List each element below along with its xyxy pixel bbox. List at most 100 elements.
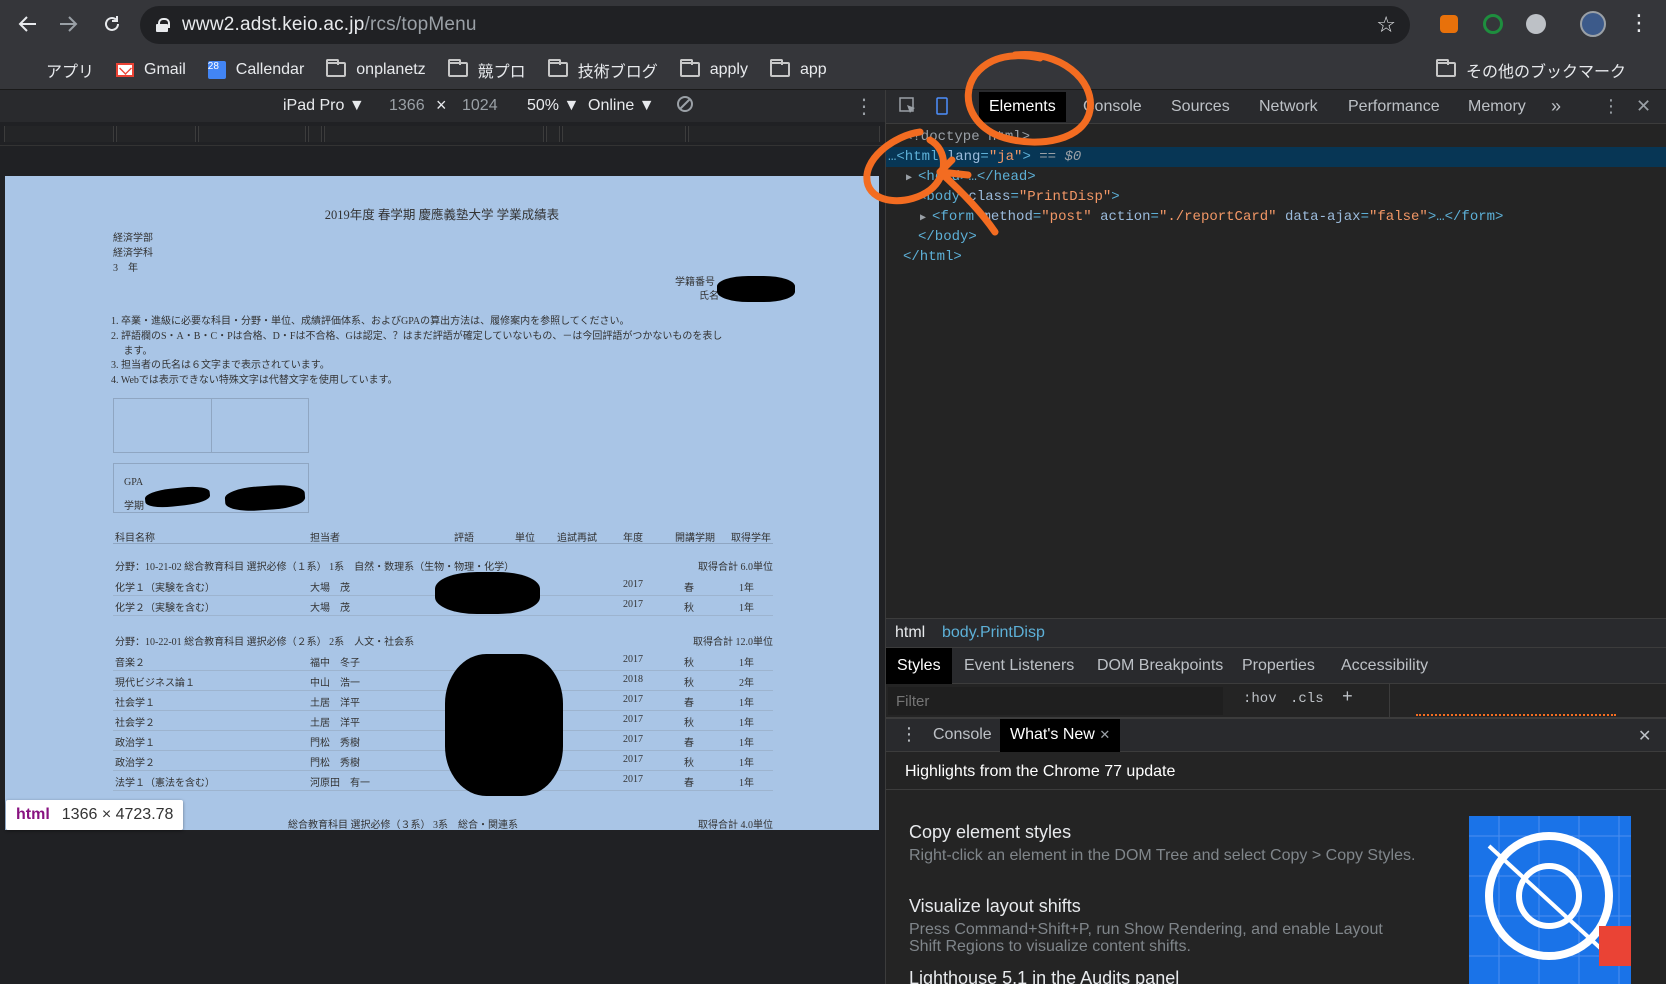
device-width-input[interactable]: 1366 (389, 97, 425, 115)
forward-button[interactable] (48, 4, 88, 44)
tab-dom-breakpoints[interactable]: DOM Breakpoints (1097, 657, 1223, 675)
media-query-segment[interactable] (688, 126, 880, 142)
extension-s-icon[interactable] (1526, 14, 1546, 34)
media-query-segment[interactable] (546, 126, 560, 142)
tab-properties[interactable]: Properties (1242, 657, 1315, 675)
dom-node-doctype[interactable]: <!doctype html> (886, 127, 1666, 147)
breadcrumb-html[interactable]: html (895, 624, 925, 642)
bookmark-folder-apply[interactable]: apply (679, 59, 748, 79)
course-name: 現代ビジネス論１ (115, 678, 195, 689)
breadcrumb-body[interactable]: body.PrintDisp (942, 624, 1045, 642)
media-query-segment[interactable] (116, 126, 196, 142)
dom-node-head[interactable]: ▶ <head>…</head> (886, 167, 1666, 187)
table-row: 社会学１ 土居 洋平 2017 春 1年 (113, 691, 773, 711)
whats-new-item[interactable]: Lighthouse 5.1 in the Audits panel (909, 968, 1419, 984)
inspect-element-icon[interactable] (898, 96, 918, 121)
bookmark-folder-onplanetz[interactable]: onplanetz (326, 59, 426, 79)
devtools-menu-icon[interactable]: ⋮ (1602, 96, 1620, 117)
expand-triangle-icon[interactable]: ▶ (906, 173, 918, 184)
hover-state-button[interactable]: :hov (1243, 691, 1277, 707)
tab-accessibility[interactable]: Accessibility (1341, 657, 1428, 675)
styles-filter-input[interactable] (888, 687, 1223, 715)
drawer-tab-whats-new[interactable]: What's New ✕ (1000, 719, 1121, 752)
bookmark-star-icon[interactable]: ☆ (1376, 12, 1396, 38)
chrome-menu-icon[interactable]: ⋮ (1628, 10, 1650, 36)
sidebar-tabs: Styles Event Listeners DOM Breakpoints P… (886, 648, 1666, 684)
instructor: 大場 茂 (310, 583, 350, 594)
name-label: 氏名 (699, 291, 719, 302)
tab-performance[interactable]: Performance (1348, 98, 1440, 116)
device-select[interactable]: iPad Pro ▼ (283, 97, 365, 115)
drawer-tabbar: ⋮ Console What's New ✕ ✕ (886, 718, 1666, 752)
term: 秋 (684, 678, 694, 689)
bookmark-folder-techblog[interactable]: 技術ブログ (547, 58, 658, 82)
bookmark-apps[interactable]: アプリ (18, 58, 94, 82)
extension-recycle-icon[interactable] (1483, 14, 1503, 34)
profile-avatar[interactable] (1580, 11, 1606, 37)
close-devtools-icon[interactable]: ✕ (1636, 96, 1651, 117)
tab-event-listeners[interactable]: Event Listeners (964, 657, 1074, 675)
attr-name: action (1100, 209, 1151, 225)
tab-network[interactable]: Network (1259, 98, 1318, 116)
note-item: 3. 担当者の氏名は６文字まで表示されています。 (111, 360, 330, 372)
section-label: 総合教育科目 選択必修（３系） 3系 総合・関連系 (288, 820, 518, 830)
back-button[interactable] (8, 4, 48, 44)
address-bar[interactable]: www2.adst.keio.ac.jp/rcs/topMenu ☆ (140, 6, 1410, 44)
drawer-tab-console[interactable]: Console (933, 726, 992, 744)
department: 経済学科 (113, 248, 153, 259)
element-size-tooltip: html 1366 × 4723.78 (6, 800, 184, 830)
dom-node-html-close[interactable]: </html> (886, 247, 1666, 267)
course-name: 社会学１ (115, 698, 155, 709)
zoom-select[interactable]: 50% ▼ (527, 97, 579, 115)
tab-elements[interactable]: Elements (979, 92, 1066, 122)
device-height-input[interactable]: 1024 (462, 97, 498, 115)
other-bookmarks[interactable]: その他のブックマーク (1435, 58, 1626, 82)
more-tabs-button[interactable]: » (1551, 96, 1561, 117)
table-row: 音楽２ 福中 冬子 2017 秋 1年 (113, 651, 773, 671)
extension-fox-icon[interactable] (1440, 15, 1458, 33)
dom-node-form[interactable]: ▶ <form method="post" action="./reportCa… (886, 207, 1666, 227)
bookmark-gmail[interactable]: Gmail (116, 61, 186, 79)
drawer-menu-icon[interactable]: ⋮ (900, 724, 918, 745)
new-style-rule-button[interactable]: + (1342, 688, 1353, 708)
tab-console[interactable]: Console (1083, 98, 1142, 116)
media-query-segment[interactable] (308, 126, 322, 142)
bookmark-label: アプリ (46, 63, 95, 81)
section-label: 分野：10-21-02 総合教育科目 選択必修（１系） 1系 自然・数理系（生物… (115, 562, 515, 573)
instructor: 福中 冬子 (310, 658, 360, 669)
device-toggle-icon[interactable] (932, 96, 952, 121)
bookmark-calendar[interactable]: 28 Callendar (207, 60, 304, 79)
dom-node-body-close[interactable]: </body> (886, 227, 1666, 247)
reload-icon (105, 16, 119, 31)
close-tab-icon[interactable]: ✕ (1099, 727, 1110, 742)
media-query-segment[interactable] (562, 126, 686, 142)
tab-styles[interactable]: Styles (886, 648, 952, 684)
column-header: 単位 (515, 533, 535, 544)
bookmark-folder-kyopro[interactable]: 競プロ (447, 58, 526, 82)
rotate-icon[interactable] (675, 94, 695, 119)
media-query-segment[interactable] (324, 126, 544, 142)
attr-value: "./reportCard" (1158, 209, 1277, 225)
whats-new-item[interactable]: Visualize layout shifts Press Command+Sh… (909, 896, 1419, 955)
school-year: 3 年 (113, 263, 138, 274)
course-name: 化学２（実験を含む） (115, 603, 215, 614)
column-header: 評語 (454, 533, 474, 544)
close-drawer-icon[interactable]: ✕ (1638, 726, 1651, 746)
tab-sources[interactable]: Sources (1171, 98, 1230, 116)
section-header: 分野：10-21-02 総合教育科目 選択必修（１系） 1系 自然・数理系（生物… (113, 556, 773, 574)
network-throttle-select[interactable]: Online ▼ (588, 97, 655, 115)
media-query-segment[interactable] (4, 126, 114, 142)
media-query-segment[interactable] (198, 126, 306, 142)
class-toggle-button[interactable]: .cls (1290, 691, 1324, 707)
device-more-icon[interactable]: ⋮ (854, 94, 874, 119)
devtools-panel: Elements Console Sources Network Perform… (885, 90, 1666, 984)
term: 秋 (684, 718, 694, 729)
dom-node-body[interactable]: <body class="PrintDisp"> (886, 187, 1666, 207)
tab-memory[interactable]: Memory (1468, 98, 1526, 116)
whats-new-item[interactable]: Copy element styles Right-click an eleme… (909, 822, 1419, 864)
expand-triangle-icon[interactable]: ▶ (920, 213, 932, 224)
dom-node-html[interactable]: …<html lang="ja"> == $0 (886, 147, 1666, 167)
bookmark-folder-app[interactable]: app (769, 59, 827, 79)
reload-button[interactable] (92, 4, 132, 44)
section-label: 分野：10-22-01 総合教育科目 選択必修（２系） 2系 人文・社会系 (115, 637, 415, 648)
